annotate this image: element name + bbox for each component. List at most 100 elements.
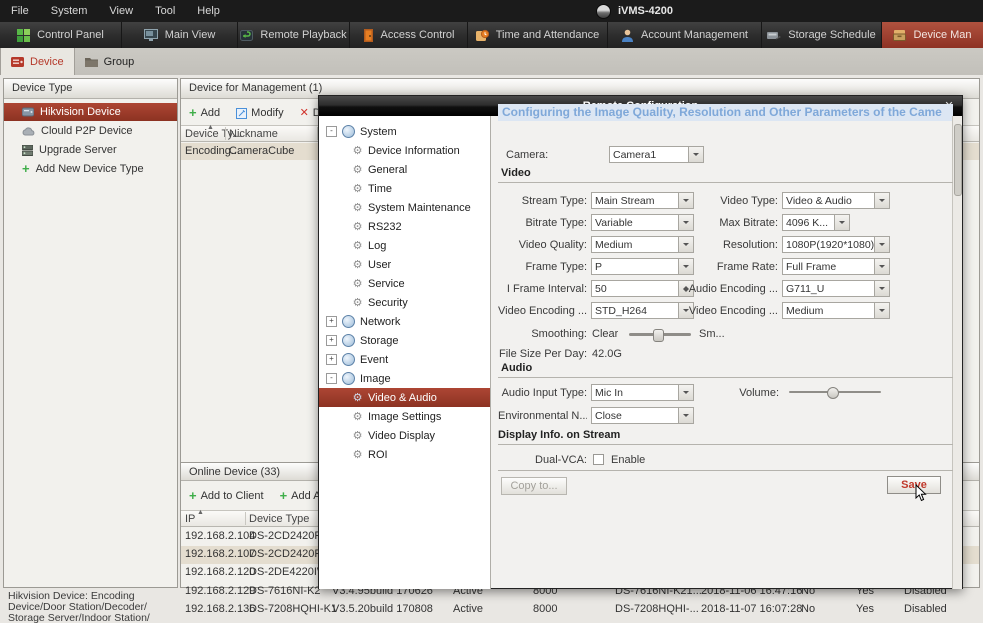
video-type-value: Video & Audio (783, 195, 874, 207)
resolution-value: 1080P(1920*1080) (783, 239, 874, 251)
cloud-icon (22, 127, 35, 136)
frame-rate-label: Frame Rate: (661, 261, 778, 273)
menu-file[interactable]: File (0, 0, 40, 22)
add-device-button[interactable]: + Add (181, 107, 228, 119)
account-management-icon (621, 29, 634, 42)
gear-icon (352, 163, 363, 176)
video-encoding-label: Video Encoding ... (498, 305, 587, 317)
access-control-icon (363, 29, 374, 42)
menu-tool[interactable]: Tool (144, 0, 186, 22)
toolbar-control-panel[interactable]: Control Panel (0, 22, 122, 48)
volume-label: Volume: (701, 387, 779, 399)
camera-select[interactable]: Camera1 (609, 146, 704, 163)
menu-view[interactable]: View (98, 0, 144, 22)
dual-vca-label: Dual-VCA: (498, 454, 587, 466)
video-encoding-complexity-select[interactable]: Medium (782, 302, 890, 319)
menu-system[interactable]: System (40, 0, 99, 22)
tree-item-system[interactable]: - System (319, 122, 490, 141)
slider-thumb[interactable] (653, 329, 664, 342)
resolution-select[interactable]: 1080P(1920*1080) (782, 236, 890, 253)
audio-encoding-select[interactable]: G711_U (782, 280, 890, 297)
video-type-select[interactable]: Video & Audio (782, 192, 890, 209)
video-type-label: Video Type: (661, 195, 778, 207)
main-toolbar: Control Panel Main View Remote Playback … (0, 22, 983, 48)
frame-rate-select[interactable]: Full Frame (782, 258, 890, 275)
smoothing-clear-label: Clear (592, 328, 618, 340)
device-type-hikvision[interactable]: Hikvision Device (4, 103, 177, 121)
device-type-add-new[interactable]: + Add New Device Type (4, 160, 177, 178)
mouse-cursor (915, 484, 927, 502)
toolbar-label: Access Control (381, 29, 455, 41)
hikvision-device-icon (22, 107, 34, 117)
toolbar-storage-schedule[interactable]: Storage Schedule (762, 22, 882, 48)
environmental-noise-select[interactable]: Close (591, 407, 694, 424)
cell-device-type: DS-7616NI-K2 (249, 585, 321, 597)
collapse-icon[interactable]: - (326, 126, 337, 137)
toolbar-main-view[interactable]: Main View (122, 22, 238, 48)
chevron-down-icon[interactable] (874, 281, 889, 296)
toolbar-access-control[interactable]: Access Control (350, 22, 468, 48)
chevron-down-icon[interactable] (874, 193, 889, 208)
audio-section-title: Audio (501, 362, 532, 374)
max-bitrate-select[interactable]: 4096 K... (782, 214, 850, 231)
frame-type-label: Frame Type: (498, 261, 587, 273)
tree-item-video-display[interactable]: Video Display (319, 426, 490, 445)
copy-to-button[interactable]: Copy to... (501, 477, 567, 495)
tab-device[interactable]: Device (0, 48, 75, 75)
column-device-type[interactable]: Device Type (249, 513, 309, 525)
column-nickname[interactable]: Nickname (229, 128, 278, 140)
toolbar-label: Time and Attendance (496, 29, 600, 41)
app-window: File System View Tool Help iVMS-4200 Con… (0, 0, 983, 623)
toolbar-account-management[interactable]: Account Management (608, 22, 762, 48)
app-title: iVMS-4200 (596, 0, 673, 22)
collapse-icon[interactable]: - (326, 373, 337, 384)
chevron-down-icon[interactable] (874, 237, 889, 252)
device-type-panel-header: Device Type (4, 79, 177, 99)
cell-security: Active (453, 603, 483, 615)
device-type-description: Hikvision Device: Encoding Device/Door S… (8, 591, 188, 623)
sort-asc-icon: ▲ (197, 509, 204, 516)
tree-label: System (360, 126, 397, 138)
sort-asc-icon: ▲ (207, 124, 214, 131)
save-button[interactable]: Save (887, 476, 941, 494)
menu-bar: File System View Tool Help iVMS-4200 (0, 0, 983, 22)
toolbar-device-management[interactable]: Device Man (882, 22, 983, 48)
cell-ip: 192.168.2.107 (185, 548, 255, 560)
online-device-row[interactable]: 192.168.2.136 DS-7208HQHI-K1 V3.5.20buil… (181, 601, 979, 619)
tab-group[interactable]: Group (75, 48, 145, 75)
tree-label: Image (360, 373, 391, 385)
cell-added: No (801, 603, 815, 615)
smoothing-slider[interactable] (629, 329, 691, 340)
chevron-down-icon[interactable] (834, 215, 849, 230)
online-device-toolbar: + Add to Client + Add All (181, 484, 333, 508)
dual-vca-checkbox[interactable] (593, 454, 604, 465)
slider-thumb[interactable] (827, 387, 839, 399)
toolbar-time-attendance[interactable]: Time and Attendance (468, 22, 608, 48)
storage-schedule-icon (767, 29, 781, 41)
video-encoding-complexity-label: Video Encoding ... (661, 305, 778, 317)
chevron-down-icon[interactable] (874, 259, 889, 274)
chevron-down-icon[interactable] (874, 303, 889, 318)
chevron-down-icon[interactable] (678, 408, 693, 423)
description-line: Storage Server/Indoor Station/ (8, 613, 188, 623)
chevron-down-icon[interactable] (688, 147, 703, 162)
audio-input-type-select[interactable]: Mic In (591, 384, 694, 401)
remote-playback-icon (240, 29, 253, 42)
volume-slider[interactable] (789, 387, 881, 398)
chevron-down-icon[interactable] (678, 385, 693, 400)
cell-ip: 192.168.2.136 (185, 603, 255, 615)
delete-icon: ✕ (300, 108, 309, 118)
tab-group-label: Group (104, 56, 135, 68)
add-to-client-button[interactable]: + Add to Client (181, 490, 272, 502)
device-type-cloud-p2p[interactable]: Clould P2P Device (4, 122, 177, 140)
video-quality-label: Video Quality: (498, 239, 587, 251)
modify-device-button[interactable]: Modify (228, 107, 291, 119)
toolbar-remote-playback[interactable]: Remote Playback (238, 22, 350, 48)
smoothing-smooth-label: Sm... (699, 328, 725, 340)
environmental-noise-value: Close (592, 410, 678, 422)
max-bitrate-value: 4096 K... (783, 217, 834, 229)
remote-configuration-dialog: Remote Configuration ✕ -System Device In… (318, 95, 963, 589)
column-ip[interactable]: IP (185, 513, 195, 525)
device-type-upgrade-server[interactable]: Upgrade Server (4, 141, 177, 159)
menu-help[interactable]: Help (186, 0, 231, 22)
